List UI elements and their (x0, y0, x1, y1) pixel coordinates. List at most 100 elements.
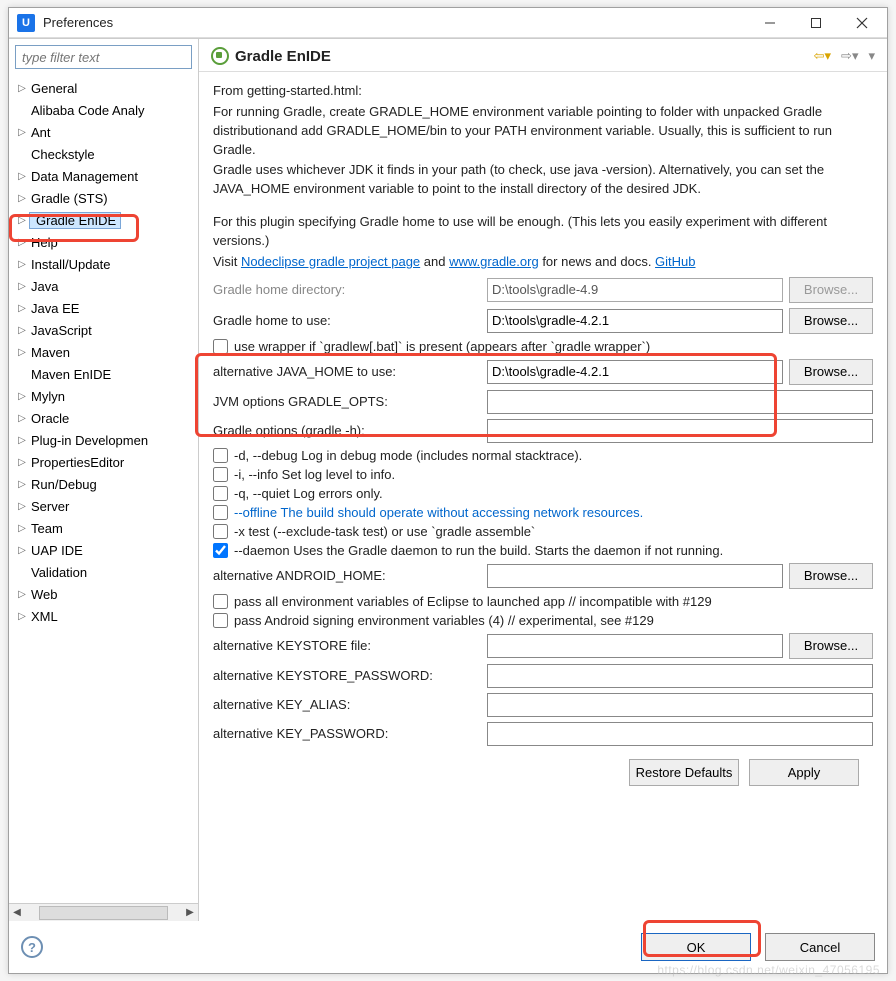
filter-input[interactable] (15, 45, 192, 69)
pass-sign-checkbox[interactable] (213, 613, 228, 628)
expand-arrow-icon[interactable]: ▷ (15, 323, 29, 337)
expand-arrow-icon[interactable]: ▷ (15, 345, 29, 359)
page-content: From getting-started.html: For running G… (199, 72, 887, 921)
opt-daemon-checkbox[interactable] (213, 543, 228, 558)
ok-button[interactable]: OK (641, 933, 751, 961)
forward-button[interactable]: ⇨▾ (841, 48, 858, 64)
expand-arrow-icon[interactable]: ▷ (15, 169, 29, 183)
restore-defaults-button[interactable]: Restore Defaults (629, 759, 739, 786)
expand-arrow-icon[interactable]: ▷ (15, 191, 29, 205)
pass-sign-label: pass Android signing environment variabl… (234, 613, 654, 628)
minimize-button[interactable] (747, 8, 793, 38)
tree-item-label: Team (29, 521, 63, 536)
pass-env-checkbox[interactable] (213, 594, 228, 609)
tree-item-validation[interactable]: Validation (15, 561, 198, 583)
apply-button[interactable]: Apply (749, 759, 859, 786)
expand-arrow-icon[interactable]: ▷ (15, 477, 29, 491)
tree-item-propertieseditor[interactable]: ▷PropertiesEditor (15, 451, 198, 473)
jvm-opts-label: JVM options GRADLE_OPTS: (213, 394, 481, 409)
maximize-button[interactable] (793, 8, 839, 38)
tree-item-ant[interactable]: ▷Ant (15, 121, 198, 143)
opt-xtest-checkbox[interactable] (213, 524, 228, 539)
opt-quiet-checkbox[interactable] (213, 486, 228, 501)
tree-item-mylyn[interactable]: ▷Mylyn (15, 385, 198, 407)
expand-arrow-icon[interactable]: ▷ (15, 389, 29, 403)
gradle-opts-field[interactable] (487, 419, 873, 443)
tree-item-label: Maven (29, 345, 70, 360)
expand-arrow-icon[interactable]: ▷ (15, 543, 29, 557)
browse-button[interactable]: Browse... (789, 359, 873, 385)
tree-item-data-management[interactable]: ▷Data Management (15, 165, 198, 187)
expand-arrow-icon[interactable]: ▷ (15, 301, 29, 315)
gradle-home-use-field[interactable] (487, 309, 783, 333)
opt-info-checkbox[interactable] (213, 467, 228, 482)
tree-item-plug-in-developmen[interactable]: ▷Plug-in Developmen (15, 429, 198, 451)
back-button[interactable]: ⇦▾ (814, 48, 831, 64)
browse-button[interactable]: Browse... (789, 633, 873, 659)
link-nodeclipse[interactable]: Nodeclipse gradle project page (241, 254, 420, 269)
alt-android-field[interactable] (487, 564, 783, 588)
scroll-thumb[interactable] (39, 906, 168, 920)
tree-item-java[interactable]: ▷Java (15, 275, 198, 297)
link-gradle-org[interactable]: www.gradle.org (449, 254, 539, 269)
browse-button[interactable]: Browse... (789, 563, 873, 589)
tree-item-help[interactable]: ▷Help (15, 231, 198, 253)
expand-arrow-icon[interactable]: ▷ (15, 257, 29, 271)
expand-arrow-icon[interactable]: ▷ (15, 411, 29, 425)
tree-item-oracle[interactable]: ▷Oracle (15, 407, 198, 429)
expand-arrow-icon[interactable]: ▷ (15, 609, 29, 623)
tree-item-team[interactable]: ▷Team (15, 517, 198, 539)
expand-arrow-icon[interactable]: ▷ (15, 235, 29, 249)
expand-arrow-icon[interactable]: ▷ (15, 125, 29, 139)
key-pw-field[interactable] (487, 722, 873, 746)
preferences-tree[interactable]: ▷GeneralAlibaba Code Analy▷AntCheckstyle… (9, 75, 198, 903)
tree-item-checkstyle[interactable]: Checkstyle (15, 143, 198, 165)
tree-item-label: Gradle (STS) (29, 191, 108, 206)
tree-item-install-update[interactable]: ▷Install/Update (15, 253, 198, 275)
expand-arrow-icon[interactable]: ▷ (15, 521, 29, 535)
sidebar-scrollbar[interactable]: ◀ ▶ (9, 903, 198, 921)
keystore-file-field[interactable] (487, 634, 783, 658)
expand-arrow-icon[interactable]: ▷ (15, 499, 29, 513)
tree-item-alibaba-code-analy[interactable]: Alibaba Code Analy (15, 99, 198, 121)
expand-arrow-icon[interactable]: ▷ (15, 279, 29, 293)
link-github[interactable]: GitHub (655, 254, 695, 269)
alt-java-home-field[interactable] (487, 360, 783, 384)
tree-item-maven[interactable]: ▷Maven (15, 341, 198, 363)
jvm-opts-field[interactable] (487, 390, 873, 414)
alt-android-label: alternative ANDROID_HOME: (213, 568, 481, 583)
visit-suffix: for news and docs. (539, 254, 655, 269)
help-icon[interactable]: ? (21, 936, 43, 958)
tree-item-web[interactable]: ▷Web (15, 583, 198, 605)
keystore-pw-field[interactable] (487, 664, 873, 688)
tree-item-label: Validation (29, 565, 87, 580)
tree-item-java-ee[interactable]: ▷Java EE (15, 297, 198, 319)
tree-item-maven-enide[interactable]: Maven EnIDE (15, 363, 198, 385)
tree-item-label: PropertiesEditor (29, 455, 124, 470)
tree-item-gradle-enide[interactable]: ▷Gradle EnIDE (15, 209, 198, 231)
opt-offline-checkbox[interactable] (213, 505, 228, 520)
browse-button[interactable]: Browse... (789, 308, 873, 334)
tree-item-general[interactable]: ▷General (15, 77, 198, 99)
scroll-right-icon[interactable]: ▶ (182, 905, 198, 921)
visit-line: Visit Nodeclipse gradle project page and… (213, 253, 873, 272)
expand-arrow-icon[interactable]: ▷ (15, 455, 29, 469)
tree-item-server[interactable]: ▷Server (15, 495, 198, 517)
expand-arrow-icon[interactable]: ▷ (15, 433, 29, 447)
cancel-button[interactable]: Cancel (765, 933, 875, 961)
tree-item-run-debug[interactable]: ▷Run/Debug (15, 473, 198, 495)
tree-item-xml[interactable]: ▷XML (15, 605, 198, 627)
expand-arrow-icon[interactable]: ▷ (15, 81, 29, 95)
close-button[interactable] (839, 8, 885, 38)
expand-arrow-icon[interactable]: ▷ (15, 213, 29, 227)
tree-item-javascript[interactable]: ▷JavaScript (15, 319, 198, 341)
dialog-body: ▷GeneralAlibaba Code Analy▷AntCheckstyle… (9, 38, 887, 921)
scroll-left-icon[interactable]: ◀ (9, 905, 25, 921)
opt-debug-checkbox[interactable] (213, 448, 228, 463)
use-wrapper-checkbox[interactable] (213, 339, 228, 354)
tree-item-gradle-sts-[interactable]: ▷Gradle (STS) (15, 187, 198, 209)
menu-button[interactable]: ▾ (868, 48, 875, 64)
tree-item-uap-ide[interactable]: ▷UAP IDE (15, 539, 198, 561)
expand-arrow-icon[interactable]: ▷ (15, 587, 29, 601)
key-alias-field[interactable] (487, 693, 873, 717)
